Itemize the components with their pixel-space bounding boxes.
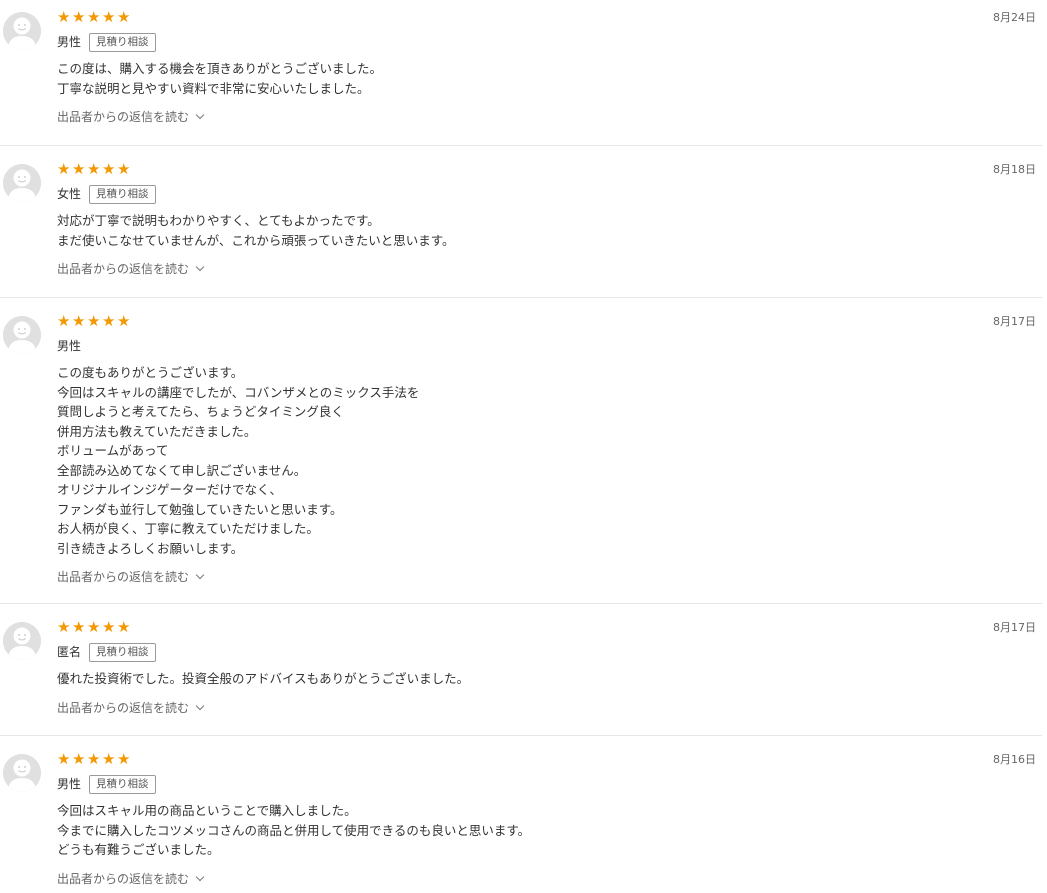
star-icon: ★ [72, 618, 86, 636]
star-rating: ★ ★ ★ ★ ★ [57, 314, 131, 330]
avatar-icon [3, 622, 41, 660]
review-date: 8月16日 [993, 753, 1036, 766]
star-icon: ★ [102, 312, 116, 330]
review-text: この度は、購入する機会を頂きありがとうございました。 丁寧な説明と見やすい資料で非… [57, 59, 382, 98]
reviewer-meta: 男性 [57, 336, 81, 356]
star-icon: ★ [87, 618, 101, 636]
review-date: 8月17日 [993, 621, 1036, 634]
review-text: 優れた投資術でした。投資全般のアドバイスもありがとうございました。 [57, 669, 469, 689]
reviewer-attribute: 匿名 [57, 645, 82, 659]
review-date: 8月18日 [993, 163, 1036, 176]
star-icon: ★ [57, 312, 71, 330]
star-icon: ★ [87, 160, 101, 178]
review-text-line: オリジナルインジゲーターだけでなく、 [57, 482, 283, 497]
star-icon: ★ [72, 160, 86, 178]
read-seller-reply-link[interactable]: 出品者からの返信を読む [57, 569, 205, 585]
review-date: 8月24日 [993, 11, 1036, 24]
review-text-line: ボリュームがあって [57, 443, 169, 458]
review-text-line: 対応が丁寧で説明もわかりやすく、とてもよかったです。 [57, 213, 380, 228]
star-icon: ★ [57, 618, 71, 636]
review-text-line: ファンダも並行して勉強していきたいと思います。 [57, 501, 343, 517]
review-text-line: 全部読み込めてなくて申し訳ございません。 [57, 462, 307, 478]
review-text-line: 質問しようと考えてたら、ちょうどタイミング良く [57, 404, 344, 419]
chevron-down-icon [195, 262, 205, 272]
review-text-line: この度もありがとうございます。 [57, 365, 244, 380]
read-seller-reply-label: 出品者からの返信を読む [57, 570, 190, 584]
read-seller-reply-link[interactable]: 出品者からの返信を読む [57, 261, 205, 277]
star-rating: ★ ★ ★ ★ ★ [57, 620, 131, 636]
service-type-badge: 見積り相談 [89, 32, 156, 52]
review-text-line: まだ使いこなせていませんが、これから頑張っていきたいと思います。 [57, 232, 455, 248]
avatar-icon [3, 316, 41, 354]
reviewer-meta: 男性 見積り相談 [57, 32, 156, 52]
star-icon: ★ [102, 8, 116, 26]
star-icon: ★ [102, 160, 116, 178]
star-icon: ★ [57, 160, 71, 178]
star-icon: ★ [72, 8, 86, 26]
star-icon: ★ [87, 8, 101, 26]
star-icon: ★ [57, 8, 71, 26]
star-icon: ★ [102, 618, 116, 636]
review-text-line: 今回はスキャルの講座でしたが、コバンザメとのミックス手法を [57, 384, 420, 400]
read-seller-reply-link[interactable]: 出品者からの返信を読む [57, 109, 205, 125]
read-seller-reply-label: 出品者からの返信を読む [57, 110, 190, 124]
star-icon: ★ [72, 750, 86, 768]
review-divider [0, 145, 1042, 146]
reviewer-attribute: 女性 [57, 187, 82, 201]
star-icon: ★ [117, 750, 131, 768]
review-text: この度もありがとうございます。今回はスキャルの講座でしたが、コバンザメとのミック… [57, 363, 419, 558]
service-type-badge: 見積り相談 [89, 774, 156, 794]
reviewer-attribute: 男性 [57, 35, 82, 49]
reviewer-meta: 女性 見積り相談 [57, 184, 156, 204]
review-text-line: お人柄が良く、丁寧に教えていただけました。 [57, 521, 319, 536]
star-icon: ★ [57, 750, 71, 768]
star-rating: ★ ★ ★ ★ ★ [57, 162, 131, 178]
chevron-down-icon [195, 872, 205, 881]
review-text-line: 引き続きよろしくお願いします。 [57, 540, 244, 556]
reviewer-meta: 男性 見積り相談 [57, 774, 156, 794]
chevron-down-icon [195, 701, 205, 710]
service-type-badge: 見積り相談 [89, 642, 156, 662]
review-text: 対応が丁寧で説明もわかりやすく、とてもよかったです。まだ使いこなせていませんが、… [57, 211, 455, 250]
reviewer-attribute: 男性 [57, 777, 82, 791]
read-seller-reply-label: 出品者からの返信を読む [57, 262, 190, 276]
star-icon: ★ [117, 312, 131, 330]
read-seller-reply-label: 出品者からの返信を読む [57, 871, 190, 886]
review-text-line: 今回はスキャル用の商品ということで購入しました。 [57, 803, 357, 818]
review-text-line: 併用方法も教えていただきました。 [57, 423, 257, 439]
review-divider [0, 735, 1042, 736]
chevron-down-icon [195, 110, 205, 120]
star-rating: ★ ★ ★ ★ ★ [57, 752, 131, 768]
review-text-line: どうも有難うございました。 [57, 842, 220, 857]
review-text-line: この度は、購入する機会を頂きありがとうございました。 [57, 61, 383, 76]
star-icon: ★ [117, 160, 131, 178]
review-divider [0, 297, 1042, 298]
review-divider [0, 603, 1042, 604]
review-text-line: 丁寧な説明と見やすい資料で非常に安心いたしました。 [57, 80, 370, 96]
star-icon: ★ [87, 312, 101, 330]
review-date: 8月17日 [993, 315, 1036, 328]
star-icon: ★ [117, 618, 131, 636]
reviewer-attribute: 男性 [57, 339, 82, 353]
avatar-icon [3, 12, 41, 50]
star-rating: ★ ★ ★ ★ ★ [57, 10, 131, 26]
star-icon: ★ [102, 750, 116, 768]
read-seller-reply-link[interactable]: 出品者からの返信を読む [57, 871, 205, 887]
star-icon: ★ [87, 750, 101, 768]
avatar-icon [3, 164, 41, 202]
star-icon: ★ [72, 312, 86, 330]
chevron-down-icon [195, 570, 205, 580]
star-icon: ★ [117, 8, 131, 26]
service-type-badge: 見積り相談 [89, 184, 156, 204]
review-text-line: 今までに購入したコツメッコさんの商品と併用して使用できるのも良いと思います。 [57, 822, 531, 838]
read-seller-reply-link[interactable]: 出品者からの返信を読む [57, 700, 205, 716]
review-text-line: 優れた投資術でした。投資全般のアドバイスもありがとうございました。 [57, 671, 470, 686]
reviewer-meta: 匿名 見積り相談 [57, 642, 156, 662]
review-text: 今回はスキャル用の商品ということで購入しました。今までに購入したコツメッコさんの… [57, 801, 530, 860]
read-seller-reply-label: 出品者からの返信を読む [57, 700, 190, 715]
avatar-icon [3, 754, 41, 792]
